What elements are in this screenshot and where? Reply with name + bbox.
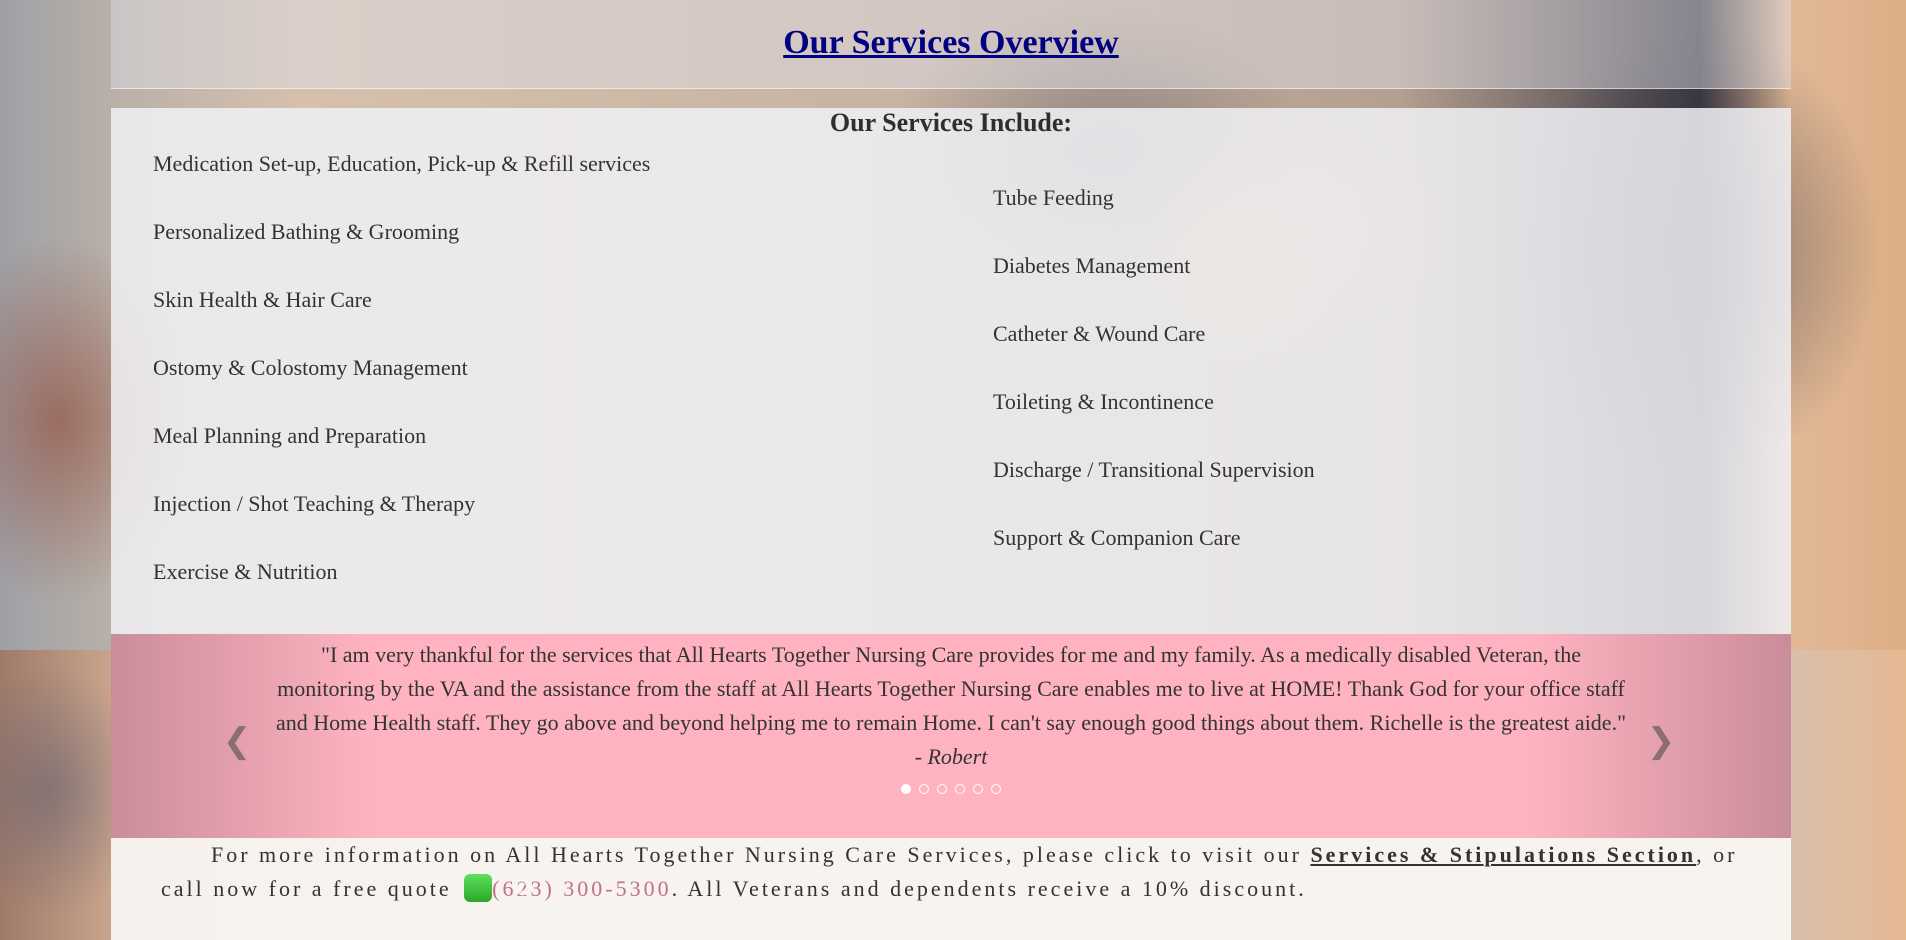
info-text-discount: . All Veterans and dependents receive a … [671, 876, 1307, 901]
carousel-indicators [111, 784, 1791, 794]
testimonial-author: Robert [927, 744, 988, 769]
testimonial-quote: "I am very thankful for the services tha… [271, 638, 1631, 774]
service-item: Discharge / Transitional Supervision [993, 457, 1315, 482]
service-item: Personalized Bathing & Grooming [153, 219, 460, 244]
services-heading: Our Services Include: [829, 108, 1073, 137]
phone-icon[interactable] [464, 874, 493, 902]
testimonial-carousel: ❮ "I am very thankful for the services t… [111, 634, 1791, 838]
service-item: Medication Set-up, Education, Pick-up & … [153, 151, 651, 176]
header-panel: Our Services Overview [111, 0, 1791, 89]
page-title[interactable]: Our Services Overview [111, 24, 1791, 62]
info-text-intro: For more information on All Hearts Toget… [211, 842, 1311, 867]
services-list-right: Tube Feeding Diabetes Management Cathete… [993, 187, 1315, 595]
carousel-dot[interactable] [901, 784, 911, 794]
carousel-dot[interactable] [973, 784, 983, 794]
service-item: Exercise & Nutrition [153, 559, 338, 584]
service-item: Injection / Shot Teaching & Therapy [153, 491, 476, 516]
carousel-dot[interactable] [955, 784, 965, 794]
chevron-left-icon[interactable]: ❮ [222, 722, 252, 762]
service-item: Meal Planning and Preparation [153, 423, 427, 448]
service-item: Diabetes Management [993, 253, 1191, 278]
services-list-left: Medication Set-up, Education, Pick-up & … [153, 153, 650, 629]
service-item: Toileting & Incontinence [993, 389, 1214, 414]
carousel-dot[interactable] [991, 784, 1001, 794]
services-panel: Our Services Include: Medication Set-up,… [111, 108, 1791, 634]
service-item: Ostomy & Colostomy Management [153, 355, 468, 380]
service-item: Support & Companion Care [993, 525, 1241, 550]
service-item: Tube Feeding [993, 185, 1114, 210]
info-panel: For more information on All Hearts Toget… [111, 838, 1791, 940]
services-stipulations-link[interactable]: Services & Stipulations Section [1310, 842, 1696, 867]
carousel-dot[interactable] [937, 784, 947, 794]
service-item: Catheter & Wound Care [993, 321, 1206, 346]
chevron-right-icon[interactable]: ❯ [1646, 722, 1676, 762]
carousel-dot[interactable] [919, 784, 929, 794]
service-item: Skin Health & Hair Care [153, 287, 372, 312]
info-text: For more information on All Hearts Toget… [161, 838, 1741, 906]
